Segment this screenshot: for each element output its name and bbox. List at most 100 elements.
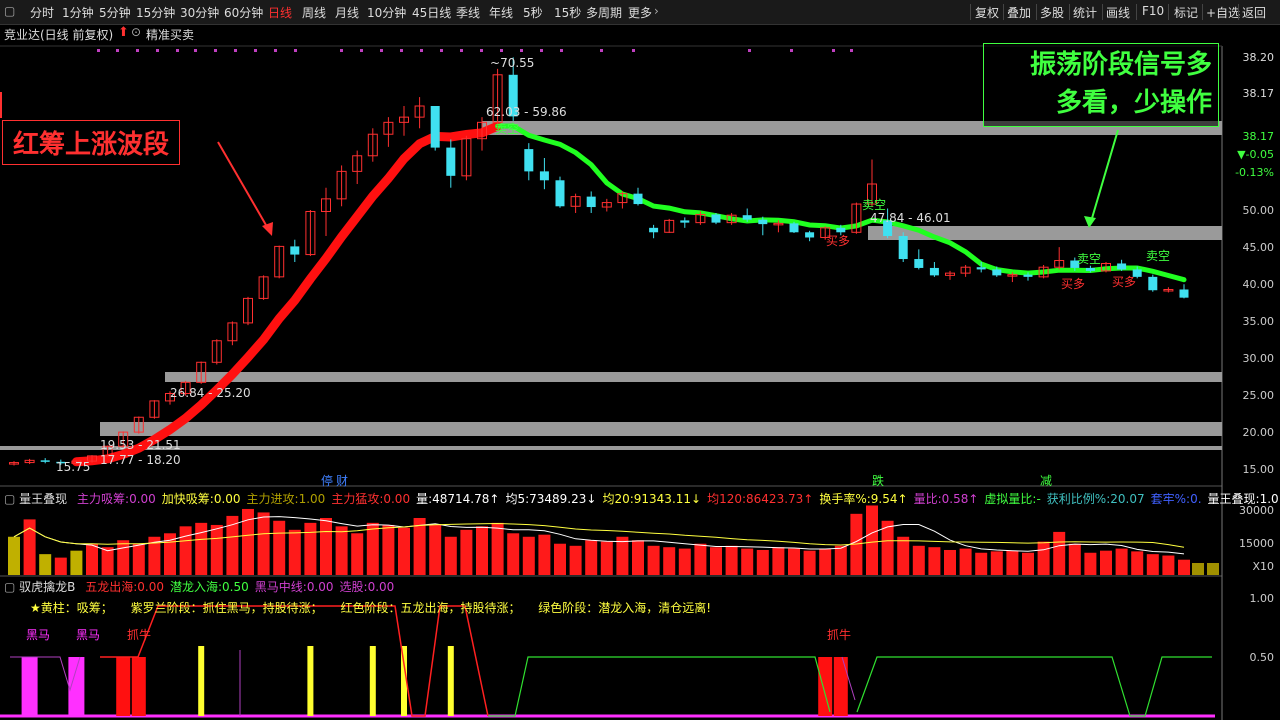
tab-period-10[interactable]: 45日线: [412, 4, 451, 21]
field-label: 换手率%:: [819, 492, 871, 506]
event-marker[interactable]: 跌: [872, 472, 884, 489]
volume-bar: [819, 548, 832, 575]
toolbar-btn-2[interactable]: 多股: [1040, 4, 1064, 21]
volume-bar: [694, 543, 707, 575]
volume-bar: [1068, 543, 1081, 575]
event-marker[interactable]: 财: [336, 472, 348, 489]
toolbar-btn-6[interactable]: 标记: [1174, 4, 1198, 21]
candle-body: [1023, 274, 1033, 277]
event-marker[interactable]: 停: [321, 472, 333, 489]
tab-period-3[interactable]: 15分钟: [136, 4, 175, 21]
price-tick: 45.00: [1242, 241, 1275, 254]
volume-bar: [1037, 541, 1050, 575]
signal-dot: [294, 49, 297, 52]
tab-period-4[interactable]: 30分钟: [180, 4, 219, 21]
volume-bar: [476, 526, 488, 575]
volume-bar: [663, 547, 676, 575]
volume-bar: [1100, 550, 1112, 575]
volume-bar: [351, 533, 364, 575]
candle-body: [633, 193, 643, 205]
tab-period-7[interactable]: 周线: [302, 4, 326, 21]
field-label: 虚拟量比:: [984, 492, 1037, 506]
signal-dot: [600, 49, 603, 52]
field-label: 获利比例%:: [1046, 492, 1111, 506]
oscillation-annotation: 振荡阶段信号多 多看，少操作: [983, 43, 1219, 127]
pane-menu-icon[interactable]: ▢: [4, 492, 15, 506]
volume-bar: [600, 541, 613, 575]
toolbar-btn-8[interactable]: 返回: [1242, 4, 1266, 21]
price-tick: 50.00: [1242, 204, 1275, 217]
buy-signal: 买多: [826, 234, 851, 248]
signal-dot: [274, 49, 277, 52]
indicator-name[interactable]: 精准买卖: [146, 26, 194, 43]
candle-body: [1148, 276, 1158, 291]
tab-period-13[interactable]: 5秒: [523, 4, 543, 21]
toolbar-btn-7[interactable]: +自选: [1206, 4, 1240, 21]
field-value: 0.00: [137, 580, 164, 594]
volume-bar: [398, 527, 410, 575]
field-label: 潜龙入海:: [170, 580, 223, 594]
volume-bar: [772, 547, 785, 575]
lower-pane-header: ▢ 驭虎擒龙B 五龙出海:0.00 潜龙入海:0.50 黑马中线:0.00 选股:0.…: [4, 578, 394, 595]
candle-body: [446, 147, 456, 176]
band-label: 26.84 - 25.20: [170, 386, 251, 400]
tab-period-1[interactable]: 1分钟: [62, 4, 94, 21]
dropdown-circle-icon[interactable]: ⊙: [131, 25, 141, 39]
volume-bar: [897, 536, 910, 575]
tab-period-6[interactable]: 日线: [268, 4, 292, 21]
signal-dot: [790, 49, 793, 52]
volume-bar: [195, 522, 208, 575]
tab-period-16[interactable]: 更多: [628, 4, 652, 21]
volume-bar: [834, 545, 847, 575]
toolbar-btn-1[interactable]: 叠加: [1007, 4, 1031, 21]
annotation-arrow: [217, 141, 271, 233]
volume-bar: [413, 517, 426, 575]
chevron-right-icon[interactable]: ›: [654, 4, 659, 18]
tab-period-9[interactable]: 10分钟: [367, 4, 406, 21]
candle-body: [539, 171, 549, 181]
toolbar-btn-4[interactable]: 画线: [1106, 4, 1130, 21]
sell-signal: 卖空: [1077, 252, 1102, 266]
volume-bar: [304, 522, 317, 575]
tab-period-5[interactable]: 60分钟: [224, 4, 263, 21]
volume-bar: [54, 557, 67, 575]
toolbar-btn-0[interactable]: 复权: [975, 4, 999, 21]
signal-dot: [360, 49, 363, 52]
volume-indicator-name[interactable]: 量王叠现: [19, 492, 67, 506]
panel-toggle-icon[interactable]: ▢: [4, 4, 15, 18]
tab-period-8[interactable]: 月线: [335, 4, 359, 21]
tab-period-12[interactable]: 年线: [489, 4, 513, 21]
volume-bar: [788, 548, 800, 575]
signal-dot: [850, 49, 853, 52]
volume-bar: [928, 547, 941, 575]
candle-body: [976, 267, 986, 270]
tab-period-11[interactable]: 季线: [456, 4, 480, 21]
green-phase-line: [856, 656, 1212, 717]
volume-bar: [257, 512, 270, 575]
volume-bar: [1115, 548, 1128, 575]
event-marker[interactable]: 减: [1040, 472, 1052, 489]
left-marker: [0, 92, 2, 118]
toolbar-btn-3[interactable]: 统计: [1073, 4, 1097, 21]
pane-menu-icon[interactable]: ▢: [4, 580, 15, 594]
toolbar-divider: [1202, 4, 1203, 20]
tab-period-15[interactable]: 多周期: [586, 4, 622, 21]
toolbar-divider: [1238, 4, 1239, 20]
signal-dot: [500, 49, 503, 52]
volume-bar: [39, 554, 52, 575]
lower-indicator-name[interactable]: 驭虎擒龙B: [19, 580, 75, 594]
price-label: 38.17: [1242, 130, 1275, 143]
tab-period-14[interactable]: 15秒: [554, 4, 581, 21]
tab-period-2[interactable]: 5分钟: [99, 4, 131, 21]
volume-bar: [710, 547, 722, 575]
toolbar-divider: [1136, 4, 1137, 20]
signal-dot: [520, 49, 523, 52]
field-value: 0.58↑: [941, 492, 979, 506]
field-value: 48714.78↑: [432, 492, 500, 506]
field-label: 均5:: [505, 492, 530, 506]
candle-body: [789, 223, 799, 233]
tab-period-0[interactable]: 分时: [30, 4, 54, 21]
field-label: 主力进攻:: [246, 492, 299, 506]
toolbar-btn-5[interactable]: F10: [1142, 4, 1164, 18]
accumulate-bar: [198, 646, 205, 716]
